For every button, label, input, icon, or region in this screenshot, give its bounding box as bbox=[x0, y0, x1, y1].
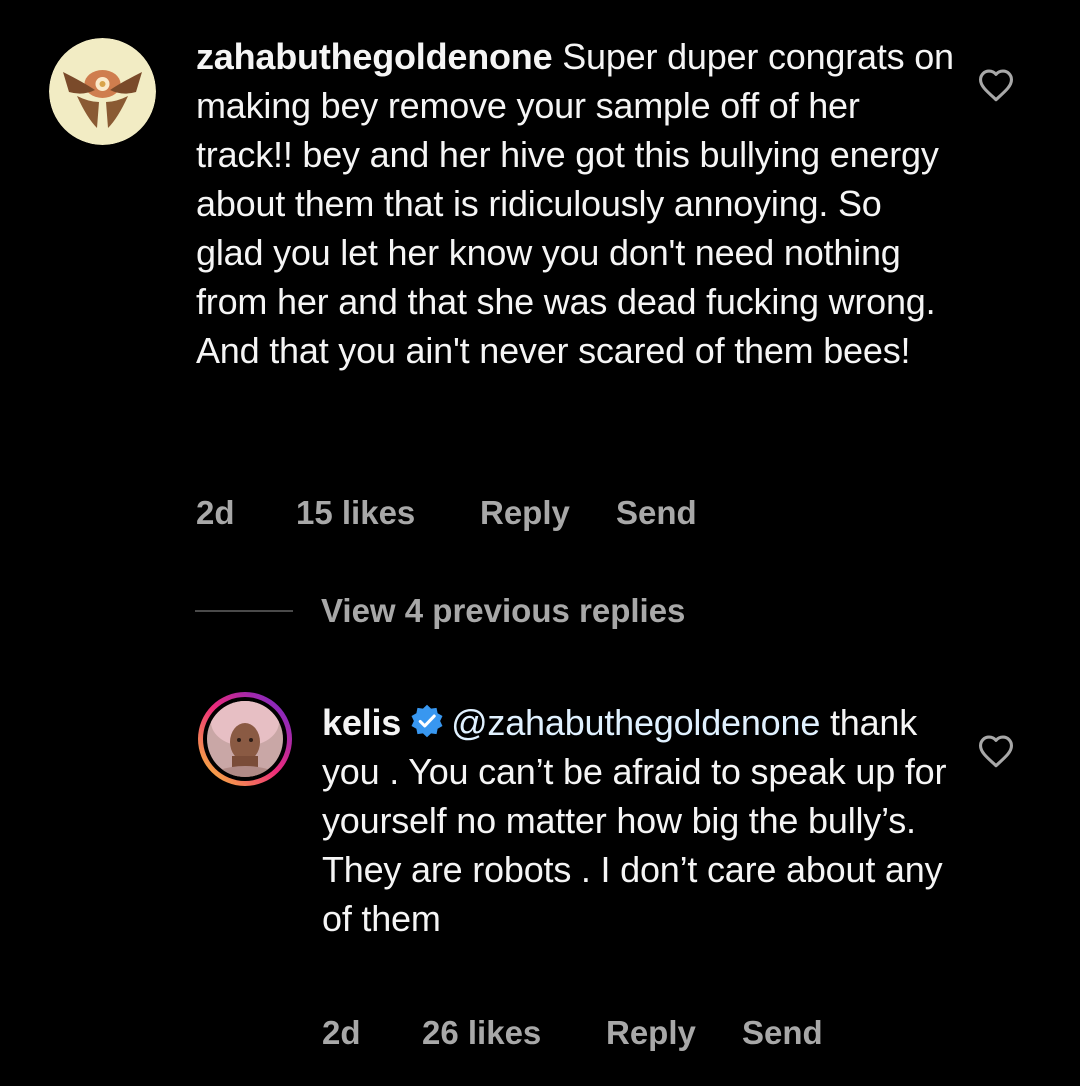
send-button[interactable]: Send bbox=[616, 494, 697, 532]
reply-time: 2d bbox=[322, 1014, 361, 1051]
comment-time: 2d bbox=[196, 494, 235, 531]
reply-avatar-with-story-ring[interactable] bbox=[196, 690, 294, 788]
comment-likes[interactable]: 15 likes bbox=[296, 494, 480, 532]
reply-username[interactable]: kelis bbox=[322, 702, 401, 743]
avatar-image bbox=[49, 38, 156, 145]
view-previous-replies-button[interactable]: View 4 previous replies bbox=[195, 592, 685, 630]
reply-button[interactable]: Reply bbox=[606, 1014, 742, 1052]
comment-username[interactable]: zahabuthegoldenone bbox=[196, 36, 553, 77]
reply-likes[interactable]: 26 likes bbox=[422, 1014, 606, 1052]
reply-text-block: kelis @zahabuthegoldenone thank you . Yo… bbox=[322, 698, 962, 943]
reply-button[interactable]: Reply bbox=[480, 494, 616, 532]
heart-outline-icon[interactable] bbox=[977, 734, 1015, 768]
view-replies-label: View 4 previous replies bbox=[321, 592, 686, 629]
replies-divider-line bbox=[195, 610, 293, 612]
reply-meta: 2d 26 likes Reply Send bbox=[322, 1014, 823, 1052]
comment-meta: 2d 15 likes Reply Send bbox=[196, 494, 697, 532]
send-button[interactable]: Send bbox=[742, 1014, 823, 1052]
heart-outline-icon[interactable] bbox=[977, 68, 1015, 102]
comment-text: Super duper congrats on making bey remov… bbox=[196, 36, 954, 371]
commenter-avatar[interactable] bbox=[49, 38, 156, 145]
verified-badge-icon bbox=[411, 704, 443, 738]
avatar-image bbox=[198, 692, 292, 786]
reply-mention-link[interactable]: @zahabuthegoldenone bbox=[451, 702, 820, 743]
comment-text-block: zahabuthegoldenone Super duper congrats … bbox=[196, 32, 956, 375]
